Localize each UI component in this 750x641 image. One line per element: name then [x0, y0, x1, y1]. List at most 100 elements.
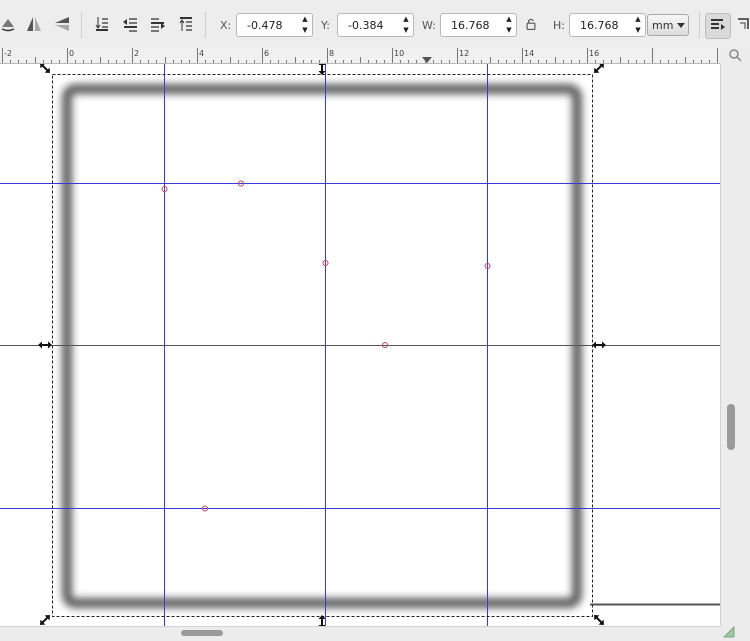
- ruler-tick: [123, 60, 125, 63]
- canvas-drawing: [0, 64, 720, 626]
- scale-stroke-toggle[interactable]: [705, 13, 731, 39]
- lower-button[interactable]: [146, 13, 170, 37]
- zoom-icon: [728, 48, 742, 65]
- ruler-tick: [286, 60, 288, 63]
- scale-handle-top-right[interactable]: [592, 64, 607, 75]
- ruler-tick: [213, 60, 215, 63]
- width-decrement-button[interactable]: ▼: [502, 25, 516, 36]
- width-input[interactable]: [441, 14, 511, 36]
- ruler-tick: [359, 57, 361, 63]
- ruler-tick: [676, 60, 678, 63]
- scale-handle-top-left[interactable]: [38, 64, 53, 75]
- scale-corners-toggle[interactable]: [733, 13, 750, 37]
- ruler-tick: [50, 60, 52, 63]
- scale-handle-bottom-right[interactable]: [592, 613, 607, 626]
- rotate-90-ccw-button[interactable]: [0, 13, 20, 37]
- ruler-tick: [465, 60, 467, 63]
- h-label: H:: [553, 19, 565, 32]
- ruler-tick: [351, 60, 353, 63]
- ruler-tick: [2, 48, 3, 63]
- ruler-tick: [643, 60, 645, 63]
- vertical-scrollbar[interactable]: [720, 64, 750, 626]
- ruler-tick: [416, 60, 418, 63]
- ruler-tick: [603, 60, 605, 63]
- ruler-tick: [148, 60, 150, 63]
- flip-horizontal-icon: [25, 15, 43, 36]
- ruler-tick: [489, 57, 491, 63]
- ruler-tick: [262, 48, 263, 63]
- ruler-tick: [635, 60, 637, 63]
- zoom-corner[interactable]: [720, 48, 750, 64]
- ruler-tick: [497, 60, 499, 63]
- x-decrement-button[interactable]: ▼: [298, 25, 312, 36]
- ruler-tick: [294, 57, 296, 63]
- raise-button[interactable]: [118, 13, 142, 37]
- w-label: W:: [422, 19, 436, 32]
- ruler-tick: [180, 60, 182, 63]
- ruler-tick: [75, 60, 77, 63]
- ruler-tick: [302, 60, 304, 63]
- flip-vertical-button[interactable]: [50, 13, 74, 37]
- drawing-canvas[interactable]: [0, 64, 720, 626]
- height-spinbox[interactable]: ▲ ▼: [569, 13, 646, 37]
- height-decrement-button[interactable]: ▼: [631, 25, 645, 36]
- x-increment-button[interactable]: ▲: [298, 14, 312, 25]
- ruler-tick: [700, 60, 702, 63]
- ruler-tick: [156, 60, 158, 63]
- y-decrement-button[interactable]: ▼: [399, 25, 413, 36]
- ruler-tick: [91, 60, 93, 63]
- ruler-tick: [327, 48, 328, 63]
- ruler-tick: [83, 60, 85, 63]
- scale-corners-icon: [736, 15, 750, 36]
- unit-select[interactable]: mm: [647, 14, 689, 36]
- width-increment-button[interactable]: ▲: [502, 14, 516, 25]
- y-increment-button[interactable]: ▲: [399, 14, 413, 25]
- scale-handle-right[interactable]: [592, 341, 606, 349]
- horizontal-scrollbar[interactable]: [0, 626, 720, 638]
- ruler-tick: [538, 60, 540, 63]
- unit-value: mm: [652, 18, 674, 32]
- ruler-tick: [570, 60, 572, 63]
- y-input[interactable]: [338, 14, 408, 36]
- ruler-tick: [245, 60, 247, 63]
- lock-proportions-button[interactable]: [521, 13, 541, 37]
- ruler-tick: [270, 60, 272, 63]
- x-spinbox[interactable]: ▲ ▼: [236, 13, 313, 37]
- ruler-tick: [668, 60, 670, 63]
- rotate-ccw-icon: [0, 15, 17, 36]
- ruler-tick: [367, 60, 369, 63]
- y-label: Y:: [321, 19, 330, 32]
- lower-to-bottom-button[interactable]: [174, 13, 198, 37]
- raise-to-top-button[interactable]: [90, 13, 114, 37]
- height-increment-button[interactable]: ▲: [631, 14, 645, 25]
- toolbar-separator: [205, 12, 206, 38]
- ruler-tick: [400, 60, 402, 63]
- ruler-tick: [343, 60, 345, 63]
- x-input[interactable]: [237, 14, 307, 36]
- scale-handle-top[interactable]: [318, 64, 326, 75]
- ruler-tick: [448, 60, 450, 63]
- ruler-tick: [140, 60, 142, 63]
- scale-stroke-icon: [709, 16, 727, 37]
- raise-to-top-icon: [93, 15, 111, 36]
- ruler-tick: [58, 60, 60, 63]
- ruler-tick: [554, 57, 556, 63]
- height-input[interactable]: [570, 14, 640, 36]
- ruler-tick: [432, 60, 434, 63]
- scale-handle-bottom-left[interactable]: [38, 613, 53, 626]
- horizontal-ruler[interactable]: -2 0 2 4 6 8 10 12 14 16: [0, 48, 720, 64]
- vertical-scrollbar-thumb[interactable]: [727, 404, 735, 450]
- horizontal-scrollbar-thumb[interactable]: [181, 630, 223, 636]
- resize-grip-icon[interactable]: [722, 626, 736, 638]
- flip-horizontal-button[interactable]: [22, 13, 46, 37]
- lock-icon: [524, 17, 538, 34]
- scale-handle-left[interactable]: [38, 341, 52, 349]
- ruler-tick: [481, 60, 483, 63]
- flip-vertical-icon: [53, 15, 71, 36]
- ruler-tick: [107, 60, 109, 63]
- x-label: X:: [220, 19, 232, 32]
- ruler-tick: [67, 48, 68, 63]
- y-spinbox[interactable]: ▲ ▼: [337, 13, 414, 37]
- width-spinbox[interactable]: ▲ ▼: [440, 13, 517, 37]
- raise-icon: [121, 15, 139, 36]
